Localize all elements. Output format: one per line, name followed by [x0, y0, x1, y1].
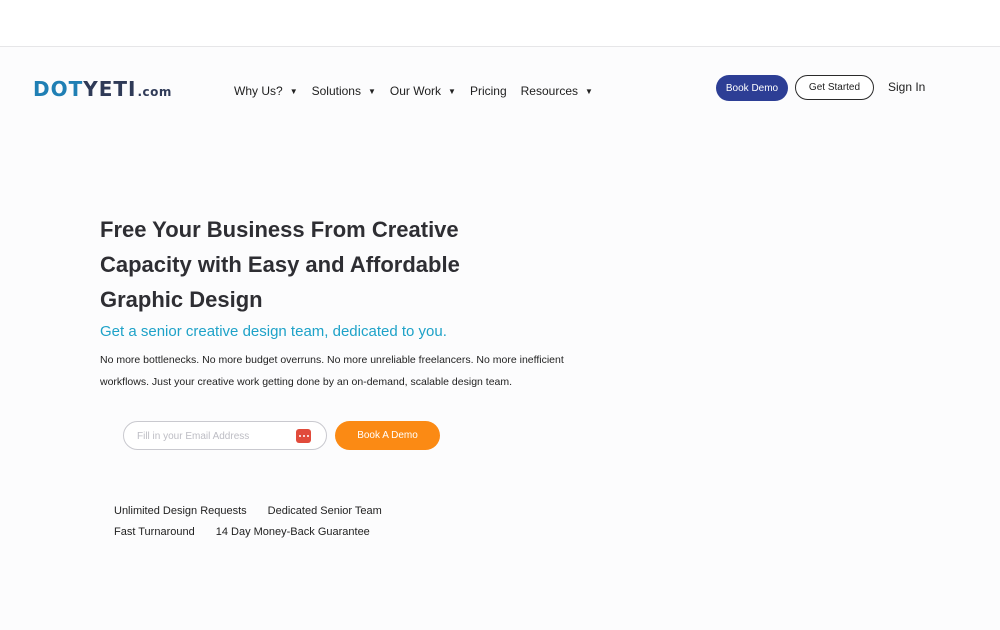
- feature-item: Dedicated Senior Team: [267, 505, 382, 517]
- get-started-button[interactable]: Get Started: [795, 75, 874, 100]
- feature-row: Fast Turnaround 14 Day Money-Back Guaran…: [114, 522, 403, 543]
- book-demo-button[interactable]: Book Demo: [716, 75, 788, 101]
- logo-wordmark: DOTYETI: [33, 77, 136, 101]
- email-field[interactable]: [123, 421, 327, 450]
- feature-item: Unlimited Design Requests: [114, 505, 247, 517]
- hero-subtitle: Get a senior creative design team, dedic…: [100, 323, 447, 340]
- hero-title-line: Graphic Design: [100, 287, 263, 312]
- hero-title-line: Capacity with Easy and Affordable: [100, 252, 460, 277]
- feature-row: Unlimited Design Requests Dedicated Seni…: [114, 501, 403, 522]
- chevron-down-icon: ▼: [289, 86, 298, 96]
- nav-item-label: Solutions: [311, 84, 361, 98]
- nav-item-label: Resources: [520, 84, 578, 98]
- nav-item-why-us[interactable]: Why Us? ▼: [234, 84, 298, 98]
- nav-item-our-work[interactable]: Our Work ▼: [390, 84, 456, 98]
- hero-description: No more bottlenecks. No more budget over…: [100, 354, 564, 388]
- chevron-down-icon: ▼: [585, 86, 593, 96]
- logo-dot-text: DOT: [33, 77, 84, 101]
- dotyeti-logo[interactable]: DOTYETI .com: [33, 77, 172, 101]
- chevron-down-icon: ▼: [448, 86, 456, 96]
- hero-title-line: Free Your Business From Creative: [100, 217, 459, 242]
- email-input[interactable]: [137, 428, 297, 444]
- logo-yeti-text: YETI: [83, 77, 137, 101]
- feature-list: Unlimited Design Requests Dedicated Seni…: [114, 501, 403, 543]
- nav-item-label: Why Us?: [234, 84, 283, 98]
- nav-item-label: Pricing: [469, 84, 507, 98]
- nav-item-solutions[interactable]: Solutions ▼: [312, 84, 376, 98]
- nav-item-label: Our Work: [389, 84, 442, 98]
- browser-top-bar: [0, 0, 1000, 47]
- main-nav: Why Us? ▼ Solutions ▼ Our Work ▼ Pricing…: [234, 83, 607, 99]
- book-a-demo-button[interactable]: Book A Demo: [335, 421, 440, 450]
- hero-title: Free Your Business From Creative Capacit…: [100, 212, 520, 317]
- sign-in-link[interactable]: Sign In: [888, 80, 925, 94]
- feature-item: 14 Day Money-Back Guarantee: [215, 526, 370, 538]
- logo-tld: .com: [137, 85, 172, 99]
- password-manager-icon[interactable]: [296, 429, 311, 443]
- feature-item: Fast Turnaround: [114, 526, 195, 538]
- chevron-down-icon: ▼: [367, 86, 376, 96]
- nav-item-resources[interactable]: Resources ▼: [521, 84, 593, 98]
- nav-item-pricing[interactable]: Pricing: [470, 84, 507, 98]
